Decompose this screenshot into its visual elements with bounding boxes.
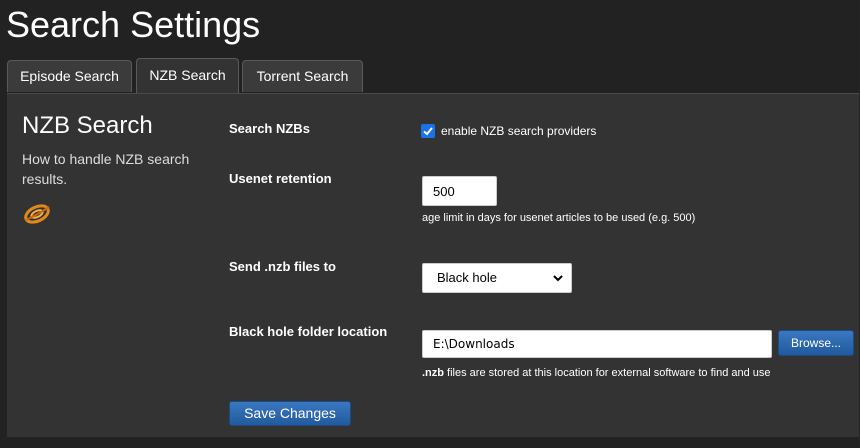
send-nzb-label: Send .nzb files to bbox=[229, 259, 336, 274]
usenet-retention-input[interactable] bbox=[422, 176, 497, 206]
black-hole-help-text: files are stored at this location for ex… bbox=[444, 367, 771, 379]
send-nzb-selected-value: Black hole bbox=[437, 270, 497, 285]
tab-bar: Episode Search NZB Search Torrent Search bbox=[0, 58, 860, 94]
search-nzbs-label: Search NZBs bbox=[229, 121, 310, 136]
browse-button[interactable]: Browse... bbox=[778, 330, 854, 356]
nzb-settings-panel: NZB Search How to handle NZB search resu… bbox=[7, 93, 859, 437]
black-hole-folder-input[interactable] bbox=[422, 330, 772, 358]
black-hole-folder-help: .nzb files are stored at this location f… bbox=[422, 367, 771, 379]
nzb-logo-icon bbox=[22, 203, 52, 225]
tab-episode-search[interactable]: Episode Search bbox=[7, 60, 132, 92]
usenet-retention-label: Usenet retention bbox=[229, 171, 332, 186]
section-description: How to handle NZB search results. bbox=[22, 151, 190, 187]
usenet-retention-help: age limit in days for usenet articles to… bbox=[422, 212, 696, 224]
send-nzb-select[interactable]: Black hole bbox=[422, 263, 572, 293]
enable-nzb-checkbox-label[interactable]: enable NZB search providers bbox=[441, 124, 596, 138]
black-hole-folder-label: Black hole folder location bbox=[229, 324, 388, 339]
enable-nzb-checkbox[interactable] bbox=[421, 124, 435, 138]
save-changes-button[interactable]: Save Changes bbox=[229, 401, 351, 426]
tab-torrent-search[interactable]: Torrent Search bbox=[242, 60, 363, 92]
page-title: Search Settings bbox=[6, 4, 261, 45]
nzb-extension-text: .nzb bbox=[422, 367, 444, 379]
tab-nzb-search[interactable]: NZB Search bbox=[136, 58, 239, 94]
settings-page: Search Settings Episode Search NZB Searc… bbox=[0, 0, 860, 448]
section-title: NZB Search bbox=[22, 112, 153, 139]
chevron-down-icon bbox=[553, 275, 563, 282]
